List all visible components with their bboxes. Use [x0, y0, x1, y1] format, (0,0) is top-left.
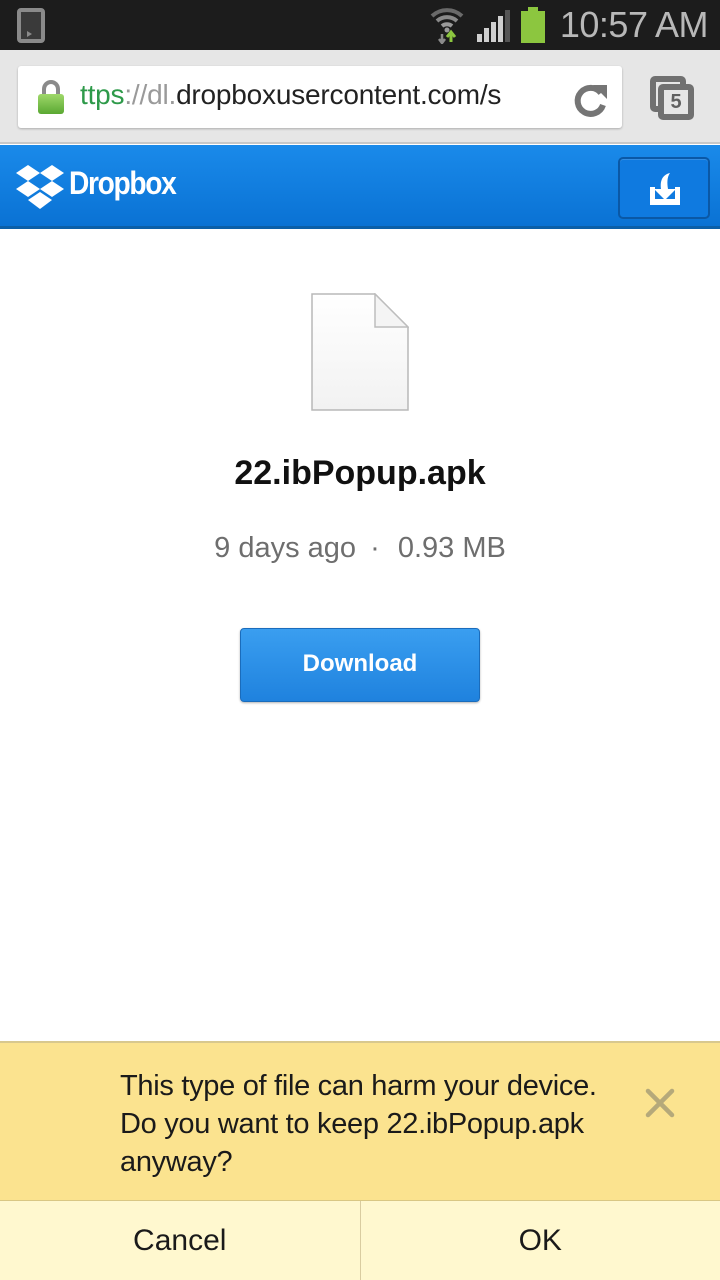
download-tray-icon [650, 173, 680, 205]
url-bar[interactable]: ttps://dl.dropboxusercontent.com/s [18, 66, 622, 128]
wifi-icon [430, 8, 464, 44]
file-modified: 9 days ago [214, 532, 357, 564]
tabs-switcher-button[interactable]: 5 [648, 74, 696, 122]
lock-icon [38, 80, 64, 114]
meta-separator: · [370, 532, 380, 564]
file-meta: 9 days ago · 0.93 MB [0, 532, 720, 565]
signal-icon [477, 10, 510, 42]
file-name: 22.ibPopup.apk [234, 454, 486, 492]
browser-toolbar: ttps://dl.dropboxusercontent.com/s [0, 50, 720, 144]
status-bar: 10:57 AM [0, 0, 720, 50]
phone-notification-icon [17, 8, 45, 43]
reload-icon[interactable] [571, 81, 609, 119]
url-separator: ://dl. [124, 79, 177, 110]
close-icon[interactable] [640, 1083, 680, 1123]
url-text[interactable]: ttps://dl.dropboxusercontent.com/s [80, 79, 501, 111]
tab-count: 5 [658, 84, 694, 120]
header-download-button[interactable] [618, 157, 710, 219]
warning-message: This type of file can harm your device. … [120, 1070, 597, 1178]
cancel-button[interactable]: Cancel [0, 1201, 361, 1280]
dropbox-logo-icon [16, 165, 64, 209]
file-size: 0.93 MB [397, 532, 506, 564]
clock: 10:57 AM [559, 4, 709, 45]
battery-icon [521, 7, 545, 43]
url-host: dropboxusercontent.com/s [176, 79, 502, 110]
ok-button[interactable]: OK [361, 1201, 720, 1280]
infobar-actions: Cancel OK [0, 1201, 720, 1280]
url-scheme: ttps [80, 79, 125, 110]
download-warning-infobar: This type of file can harm your device. … [0, 1041, 720, 1201]
file-icon [311, 293, 409, 411]
dropbox-brand[interactable]: Dropbox [69, 165, 177, 202]
download-button[interactable]: Download [240, 628, 480, 702]
dropbox-header: Dropbox [0, 145, 720, 229]
